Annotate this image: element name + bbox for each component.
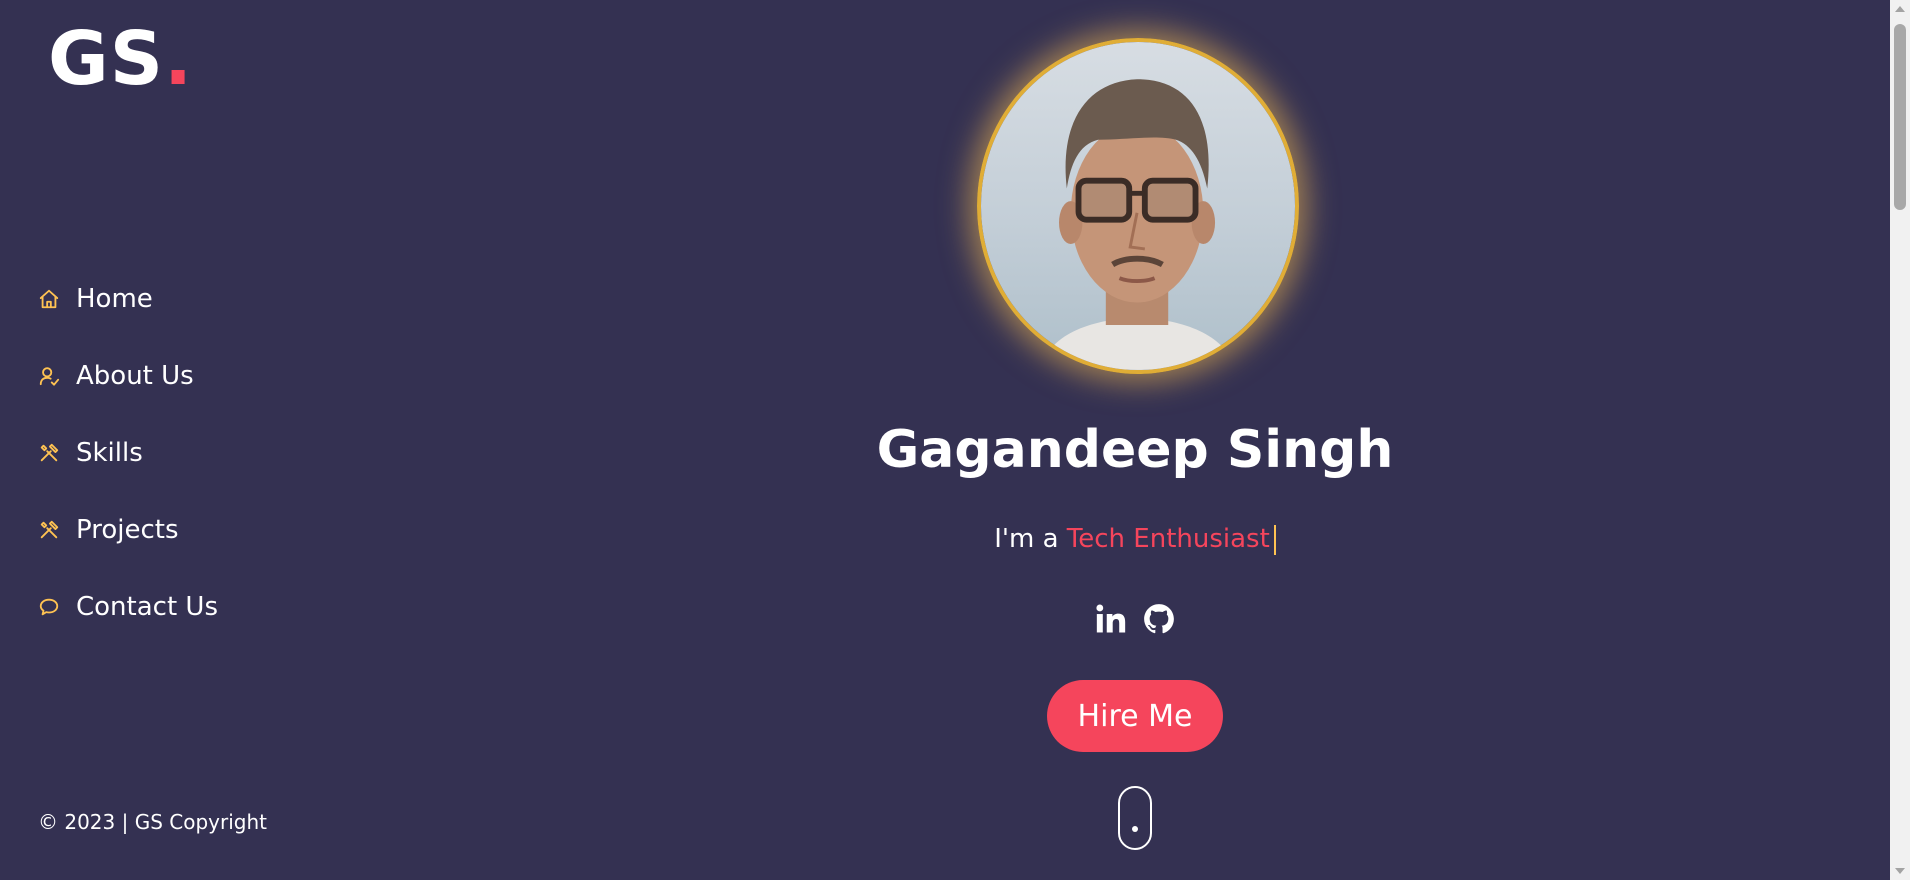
logo-dot: . [164, 16, 194, 102]
sidebar-item-label: Contact Us [76, 591, 218, 622]
hero-name: Gagandeep Singh [876, 420, 1394, 480]
hire-me-button[interactable]: Hire Me [1047, 680, 1223, 752]
github-icon[interactable] [1142, 602, 1176, 636]
sidebar-item-label: About Us [76, 360, 194, 391]
sidebar-item-about-us[interactable]: About Us [38, 337, 218, 414]
copyright-text: © 2023 | GS Copyright [38, 810, 267, 834]
chat-bubble-icon [38, 595, 62, 619]
tagline-highlight: Tech Enthusiast [1066, 524, 1270, 554]
sidebar-item-projects[interactable]: Projects [38, 491, 218, 568]
sidebar-item-contact-us[interactable]: Contact Us [38, 568, 218, 645]
scroll-down-arrow-icon[interactable] [1895, 868, 1905, 874]
tools-icon [38, 441, 62, 465]
sidebar-item-label: Projects [76, 514, 179, 545]
linkedin-icon[interactable] [1094, 602, 1128, 636]
typing-cursor [1273, 524, 1276, 555]
scroll-up-arrow-icon[interactable] [1895, 6, 1905, 12]
tagline-prefix: I'm a [994, 524, 1067, 554]
sidebar-item-skills[interactable]: Skills [38, 414, 218, 491]
scroll-down-mouse-icon[interactable] [1118, 786, 1152, 850]
home-icon [38, 287, 62, 311]
logo[interactable]: GS. [48, 22, 193, 96]
vertical-scrollbar[interactable] [1890, 0, 1910, 880]
user-check-icon [38, 364, 62, 388]
profile-photo [981, 42, 1295, 370]
scrollbar-thumb[interactable] [1894, 24, 1906, 210]
sidebar-item-home[interactable]: Home [38, 260, 218, 337]
sidebar-item-label: Skills [76, 437, 143, 468]
hero-section: Gagandeep Singh I'm a Tech Enthusiast Hi… [380, 0, 1890, 880]
sidebar: GS. Home About Us Skills Projects Contac… [0, 0, 380, 880]
hero-tagline: I'm a Tech Enthusiast [380, 524, 1890, 555]
page: GS. Home About Us Skills Projects Contac… [0, 0, 1910, 880]
logo-text: GS [48, 16, 165, 102]
sidebar-item-label: Home [76, 283, 153, 314]
avatar [977, 38, 1299, 374]
social-links [380, 602, 1890, 636]
mouse-wheel-dot [1132, 826, 1138, 832]
tools-icon [38, 518, 62, 542]
sidebar-nav: Home About Us Skills Projects Contact Us [38, 260, 218, 645]
